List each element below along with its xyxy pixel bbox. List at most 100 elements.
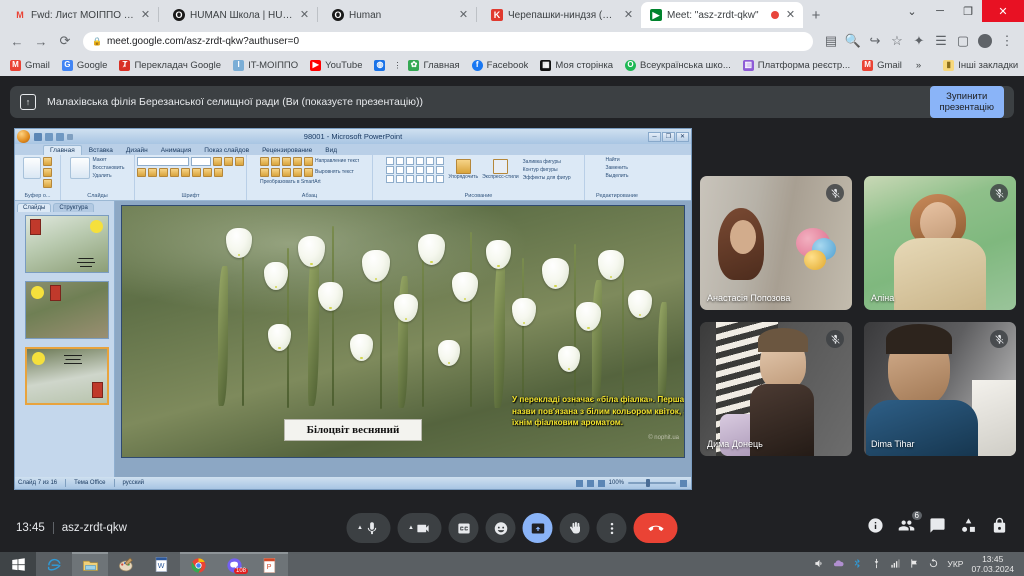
justify-icon[interactable] — [293, 168, 302, 177]
arrange-icon[interactable] — [455, 159, 471, 174]
bookmark-item[interactable]: ▥ Платформа реєстр... — [737, 59, 856, 71]
current-slide[interactable]: ЧЕРВОНА КНИГА УКРАЇНИ Білоцвіт весняний … — [121, 205, 685, 458]
bookmark-item[interactable]: M Gmail — [4, 59, 56, 71]
other-bookmarks-button[interactable]: ▮ Інші закладки — [937, 59, 1024, 71]
shape-freeform-icon[interactable] — [386, 175, 395, 183]
shape-brace-right-icon[interactable] — [426, 175, 435, 183]
bookmark-item[interactable]: G Google — [56, 59, 114, 71]
captions-button[interactable] — [448, 513, 479, 543]
shrink-font-icon[interactable] — [224, 157, 233, 166]
shape-curve-icon[interactable] — [416, 166, 425, 174]
slide-editing-area[interactable]: ЧЕРВОНА КНИГА УКРАЇНИ Білоцвіт весняний … — [115, 201, 691, 489]
slide-thumbnail[interactable] — [25, 281, 109, 339]
underline-icon[interactable] — [159, 168, 168, 177]
bookmark-item[interactable]: f Facebook — [466, 59, 535, 71]
shape-triangle-icon[interactable] — [386, 166, 395, 174]
select-button[interactable]: Выделить — [605, 173, 628, 180]
reload-icon[interactable]: ⟳ — [54, 30, 76, 52]
slideshow-icon[interactable] — [597, 479, 605, 487]
slide-description-textbox[interactable]: У перекладі означає «біла фіалка». Перша… — [508, 392, 684, 452]
paste-button[interactable] — [23, 157, 41, 179]
zoom-slider[interactable] — [628, 479, 676, 487]
language-indicator[interactable]: УКР — [947, 559, 963, 569]
tab-close-icon[interactable]: ✕ — [784, 9, 797, 22]
new-tab-button[interactable]: + — [803, 2, 829, 28]
leave-call-button[interactable] — [633, 513, 678, 543]
present-now-button[interactable] — [522, 513, 553, 543]
taskbar-viber[interactable]: 108 — [216, 552, 252, 576]
participant-tile-alina[interactable]: Аліна — [864, 176, 1016, 310]
extensions-icon[interactable]: ✦ — [908, 30, 930, 52]
strikethrough-icon[interactable] — [170, 168, 179, 177]
ribbon-tab-home[interactable]: Главная — [43, 145, 82, 155]
slide-thumbnail-pane[interactable]: Слайды Структура ▬▬▬▬▬ ▬▬▬▬▬▬ ▬▬▬▬ ▬▬▬▬▬… — [15, 201, 115, 489]
cast-icon[interactable]: ▤ — [820, 30, 842, 52]
host-controls-button[interactable] — [991, 517, 1008, 539]
shadow-icon[interactable] — [181, 168, 190, 177]
numbering-icon[interactable] — [271, 157, 280, 166]
replace-button[interactable]: Заменить — [605, 165, 628, 172]
normal-view-icon[interactable] — [575, 479, 583, 487]
tab-close-icon[interactable]: ✕ — [457, 9, 470, 22]
find-button[interactable]: Найти — [605, 157, 628, 164]
bookmark-item[interactable]: I IT-МОІППО — [227, 59, 304, 71]
browser-tab-3[interactable]: K Черепашки-ниндзя (3 сезон) ✕ — [477, 2, 641, 28]
shape-wave-icon[interactable] — [406, 175, 415, 183]
shape-corner-icon[interactable] — [406, 166, 415, 174]
tab-close-icon[interactable]: ✕ — [139, 9, 152, 22]
new-slide-button[interactable] — [70, 157, 91, 179]
language-indicator[interactable]: русский — [123, 480, 145, 486]
camera-button[interactable]: ▲ — [397, 513, 442, 543]
network-icon[interactable] — [890, 558, 901, 571]
ribbon-tab-slideshow[interactable]: Показ слайдов — [198, 146, 255, 155]
ribbon-tab-insert[interactable]: Вставка — [83, 146, 119, 155]
copy-icon[interactable] — [43, 168, 52, 177]
raise-hand-button[interactable] — [559, 513, 590, 543]
layout-button[interactable]: Макет — [92, 157, 124, 164]
sidepanel-icon[interactable]: ▢ — [952, 30, 974, 52]
shape-outline-button[interactable]: Контур фигуры — [523, 167, 571, 174]
back-icon[interactable]: ← — [6, 30, 28, 52]
fit-to-window-icon[interactable] — [680, 479, 687, 487]
flag-icon[interactable] — [909, 558, 920, 571]
bookmark-item[interactable]: O Всеукраїнська шко... — [619, 59, 737, 71]
shape-arrow-icon[interactable] — [406, 157, 415, 165]
shape-star-icon[interactable] — [436, 175, 445, 183]
microphone-button[interactable]: ▲ — [346, 513, 391, 543]
shape-fill-button[interactable]: Заливка фигуры — [523, 159, 571, 166]
quick-styles-button[interactable]: Экспресс-стили — [482, 174, 519, 181]
format-painter-icon[interactable] — [43, 179, 52, 188]
taskbar-word[interactable]: W — [144, 552, 180, 576]
shapes-gallery[interactable] — [386, 157, 445, 183]
reading-list-icon[interactable]: ☰ — [930, 30, 952, 52]
stop-presenting-button[interactable]: Зупинити презентацію — [929, 86, 1004, 118]
taskbar-paint[interactable] — [108, 552, 144, 576]
quick-styles-icon[interactable] — [492, 159, 508, 174]
shape-pie-icon[interactable] — [426, 166, 435, 174]
taskbar-clock[interactable]: 13:45 07.03.2024 — [971, 554, 1018, 574]
bookmarks-overflow-button[interactable]: » — [908, 60, 929, 71]
character-spacing-icon[interactable] — [192, 168, 201, 177]
taskbar-file-explorer[interactable] — [72, 552, 108, 576]
activities-button[interactable] — [960, 517, 977, 539]
bookmark-item[interactable]: Ⱦ Перекладач Google — [113, 59, 227, 71]
shape-oval-icon[interactable] — [436, 157, 445, 165]
ribbon-tab-animation[interactable]: Анимация — [155, 146, 198, 155]
browser-tab-2[interactable]: O Human ✕ — [318, 2, 476, 28]
ribbon-tab-design[interactable]: Дизайн — [120, 146, 154, 155]
browser-tab-4[interactable]: ▶ Meet: "asz-zrdt-qkw" ✕ — [641, 2, 803, 28]
participant-tile-dyma-donets[interactable]: Дима Донець — [700, 322, 852, 456]
taskbar-internet-explorer[interactable] — [36, 552, 72, 576]
decrease-indent-icon[interactable] — [282, 157, 291, 166]
columns-icon[interactable] — [304, 168, 313, 177]
sorter-view-icon[interactable] — [586, 479, 594, 487]
font-family-select[interactable] — [137, 157, 189, 166]
tab-slides[interactable]: Слайды — [17, 203, 52, 212]
chrome-menu-icon[interactable]: ⋮ — [996, 30, 1018, 52]
shape-rect-icon[interactable] — [386, 157, 395, 165]
reset-button[interactable]: Восстановить — [92, 165, 124, 172]
chevron-up-icon[interactable]: ▲ — [357, 525, 363, 531]
bookmark-item[interactable]: ◍ ⋮ — [368, 59, 402, 71]
bookmark-item[interactable]: M Gmail — [856, 59, 908, 71]
forward-icon[interactable]: → — [30, 30, 52, 52]
